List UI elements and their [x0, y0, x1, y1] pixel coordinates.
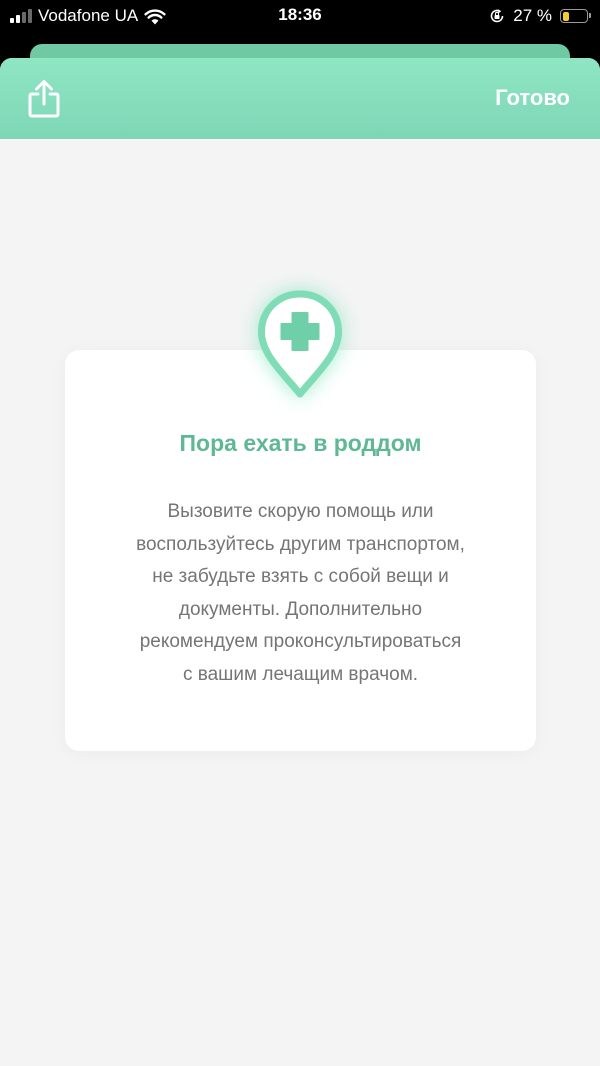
card-message-line: рекомендуем проконсультироваться: [139, 631, 462, 653]
modal-sheet: Готово Пора ехать в роддом Вызовите скор…: [0, 58, 600, 1066]
sheet-header: Готово: [0, 58, 600, 139]
card-message-line: Вызовите скорую помощь или: [167, 501, 434, 522]
card-title: Пора ехать в роддом: [179, 430, 422, 456]
battery-icon: [560, 9, 591, 23]
status-bar: Vodafone UA 18:36 27 %: [0, 0, 600, 36]
card-message-line: не забудьте взять с собой вещи и: [152, 566, 449, 588]
done-button[interactable]: Готово: [495, 85, 570, 111]
share-icon: [28, 80, 60, 118]
share-button[interactable]: [26, 78, 62, 120]
battery-level-fill: [562, 11, 569, 21]
card-message-line: документы. Дополнительно: [178, 598, 423, 620]
status-bar-right: 27 %: [489, 5, 591, 27]
card-message-line: с вашим лечащим врачом.: [182, 663, 419, 685]
alert-card: Пора ехать в роддом Вызовите скорую помо…: [65, 350, 536, 751]
card-message-line: воспользуйтесь другим транспортом,: [136, 533, 465, 555]
medical-location-pin-icon: [255, 288, 345, 404]
orientation-lock-icon: [489, 8, 505, 24]
card-message: Вызовите скорую помощь или воспользуйтес…: [95, 496, 506, 692]
battery-percent: 27 %: [513, 6, 552, 25]
